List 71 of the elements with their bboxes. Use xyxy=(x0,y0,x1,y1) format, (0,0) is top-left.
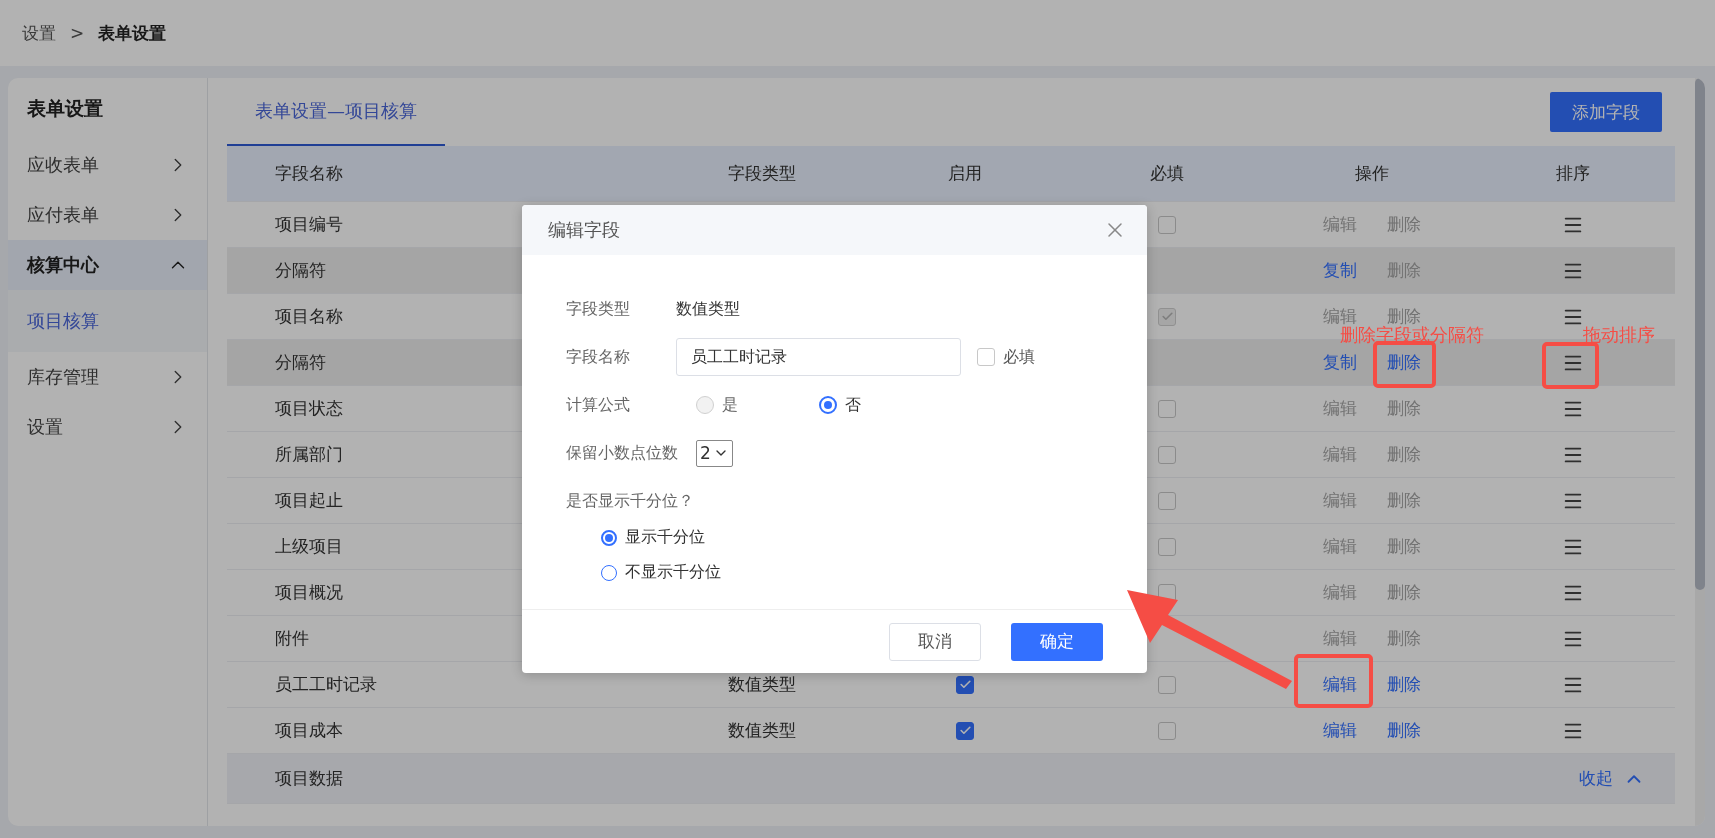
radio-button[interactable] xyxy=(601,564,617,581)
table-cell-text: 项目状态 xyxy=(274,397,343,420)
action-link[interactable]: 编辑 xyxy=(1323,676,1357,693)
field-label: 保留小数点位数 xyxy=(566,442,679,464)
radio-option[interactable]: 不显示千分位 xyxy=(601,562,761,583)
action-link[interactable]: 编辑 xyxy=(1323,722,1357,739)
column-header: 字段类型 xyxy=(727,162,796,185)
table-cell-text: 员工工时记录 xyxy=(274,673,377,696)
checkbox[interactable] xyxy=(1158,721,1176,740)
table-cell-text: 数值类型 xyxy=(727,719,796,742)
column-header: 启用 xyxy=(948,162,982,185)
scrollbar[interactable] xyxy=(1695,78,1705,826)
checkbox[interactable] xyxy=(1158,445,1176,464)
table-cell-text: 项目名称 xyxy=(274,305,343,328)
field-label: 计算公式 xyxy=(566,394,631,416)
action-link[interactable]: 删除 xyxy=(1387,722,1421,739)
checkbox[interactable] xyxy=(1158,215,1176,234)
sidebar-item[interactable]: 设置 xyxy=(8,402,207,452)
sidebar-item[interactable]: 应收表单 xyxy=(8,140,207,190)
checkmark-icon xyxy=(958,724,972,737)
sidebar-item[interactable]: 应付表单 xyxy=(8,190,207,240)
input-field[interactable]: 员工工时记录 xyxy=(676,338,961,376)
sidebar-item[interactable]: 库存管理 xyxy=(8,352,207,402)
checkmark-icon xyxy=(1160,310,1174,323)
action-link[interactable]: 删除 xyxy=(1387,676,1421,693)
table-cell-text: 项目编号 xyxy=(274,213,343,236)
annotation-box xyxy=(1542,342,1599,389)
table-cell-text: 附件 xyxy=(274,627,309,650)
table-cell-text: 分隔符 xyxy=(274,259,326,282)
table-cell-text: 所属部门 xyxy=(274,443,343,466)
action-link[interactable]: 删除 xyxy=(1387,354,1421,371)
scrollbar-thumb[interactable] xyxy=(1695,78,1705,590)
checkbox[interactable] xyxy=(956,675,974,694)
action-link[interactable]: 复制 xyxy=(1323,262,1357,279)
breadcrumb-separator: > xyxy=(70,23,85,43)
dialog-title: 编辑字段 xyxy=(548,218,620,242)
add-field-button[interactable]: 添加字段 xyxy=(1550,92,1662,132)
confirm-button[interactable]: 确定 xyxy=(1011,622,1103,661)
checkbox[interactable] xyxy=(1158,491,1176,510)
checkbox[interactable] xyxy=(956,721,974,740)
radio-button[interactable] xyxy=(601,529,617,546)
sidebar-subitem[interactable]: 项目核算 xyxy=(8,290,207,352)
checkbox[interactable] xyxy=(1158,537,1176,556)
field-value: 数值类型 xyxy=(676,298,740,320)
breadcrumb-item: 表单设置 xyxy=(98,21,167,45)
breadcrumb-item[interactable]: 设置 xyxy=(22,21,56,45)
radio-option[interactable]: 否 xyxy=(799,394,922,416)
table-cell-text: 项目起止 xyxy=(274,489,343,512)
checkbox[interactable] xyxy=(1158,399,1176,418)
column-header: 必填 xyxy=(1150,162,1184,185)
field-label: 是否显示千分位？ xyxy=(566,490,694,512)
cancel-button[interactable]: 取消 xyxy=(889,622,981,661)
field-label: 字段名称 xyxy=(566,346,631,368)
column-header: 字段名称 xyxy=(274,162,343,185)
table-cell-text: 数值类型 xyxy=(727,673,796,696)
table-cell-text: 分隔符 xyxy=(274,351,326,374)
field-label: 字段类型 xyxy=(566,298,631,320)
sidebar-title: 表单设置 xyxy=(26,96,104,121)
checkmark-icon xyxy=(958,678,972,691)
decimal-select[interactable]: 2 xyxy=(696,439,733,467)
group-name: 项目数据 xyxy=(274,767,343,790)
table-cell-text: 上级项目 xyxy=(274,535,343,558)
action-link[interactable]: 复制 xyxy=(1323,354,1357,371)
table-cell-text: 项目成本 xyxy=(274,719,343,742)
required-checkbox[interactable]: 必填 xyxy=(977,346,1035,368)
sidebar-item[interactable]: 核算中心 xyxy=(8,240,207,290)
column-header: 排序 xyxy=(1555,162,1590,185)
column-header: 操作 xyxy=(1355,162,1389,185)
table-cell-text: 项目概况 xyxy=(274,581,343,604)
collapse-link[interactable]: 收起 xyxy=(1579,767,1645,790)
radio-option[interactable]: 显示千分位 xyxy=(601,527,761,548)
